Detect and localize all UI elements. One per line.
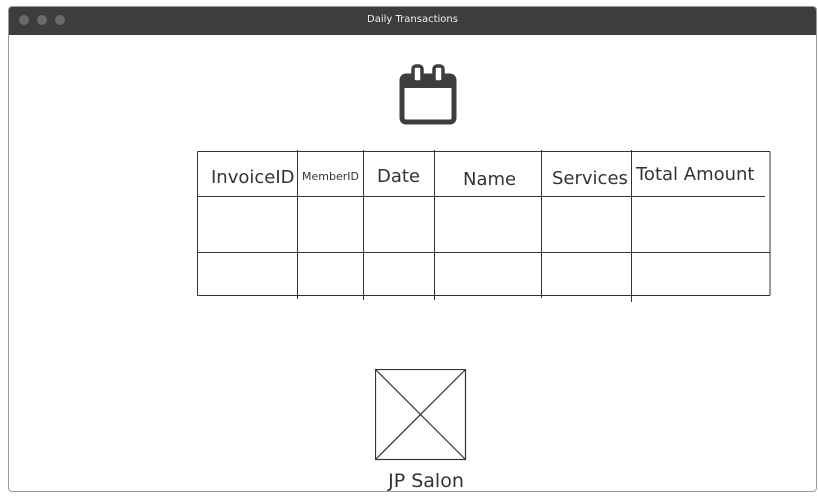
salon-name: JP Salon [388,470,464,492]
column-header-date: Date [377,166,421,187]
title-bar: Daily Transactions [9,7,816,35]
app-window: Daily Transactions InvoiceID MemberID Da… [8,6,817,492]
window-title: Daily Transactions [367,14,458,25]
table-cell[interactable] [198,197,297,252]
table-cell[interactable] [298,197,363,252]
image-placeholder-icon [374,368,467,461]
calendar-icon[interactable] [399,63,457,125]
table-cell[interactable] [364,253,434,295]
column-header-name: Name [463,169,517,190]
table-cell[interactable] [542,197,631,252]
column-header-memberid: MemberID [302,170,359,183]
table-cell[interactable] [198,253,297,295]
table-cell[interactable] [364,197,434,252]
table-cell[interactable] [298,253,363,295]
table-cell[interactable] [632,253,769,295]
column-header-total-amount: Total Amount [636,164,755,185]
column-header-services: Services [552,168,628,189]
table-cell[interactable] [435,197,541,252]
table-cell[interactable] [632,197,769,252]
table-cell[interactable] [435,253,541,295]
column-header-invoiceid: InvoiceID [211,167,295,188]
transactions-table: InvoiceID MemberID Date Name Services To… [197,150,771,305]
table-cell[interactable] [542,253,631,295]
